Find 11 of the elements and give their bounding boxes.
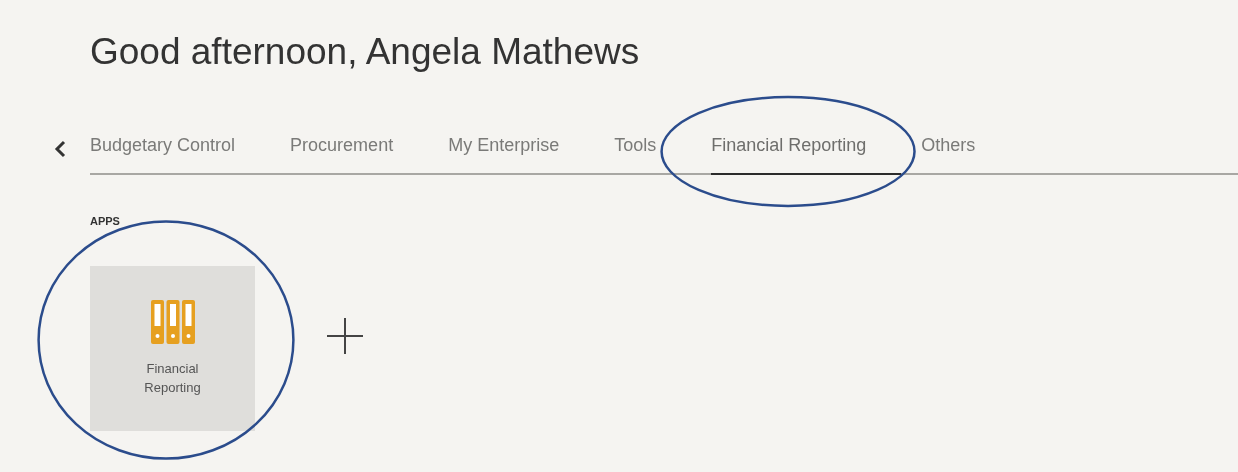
binders-icon — [149, 299, 196, 345]
app-tile[interactable]: Financial Reporting — [90, 265, 255, 431]
tab[interactable]: Budgetary Control — [90, 124, 271, 175]
chevron-left-icon[interactable] — [54, 140, 66, 158]
greeting: Good afternoon, Angela Mathews — [90, 30, 641, 74]
section-heading: APPS — [90, 214, 121, 229]
tab[interactable]: My Enterprise — [448, 124, 595, 175]
tab[interactable]: Tools — [614, 124, 692, 175]
add-icon[interactable] — [325, 316, 365, 356]
tab[interactable]: Others — [921, 124, 1011, 175]
tab[interactable]: Procurement — [290, 124, 429, 175]
